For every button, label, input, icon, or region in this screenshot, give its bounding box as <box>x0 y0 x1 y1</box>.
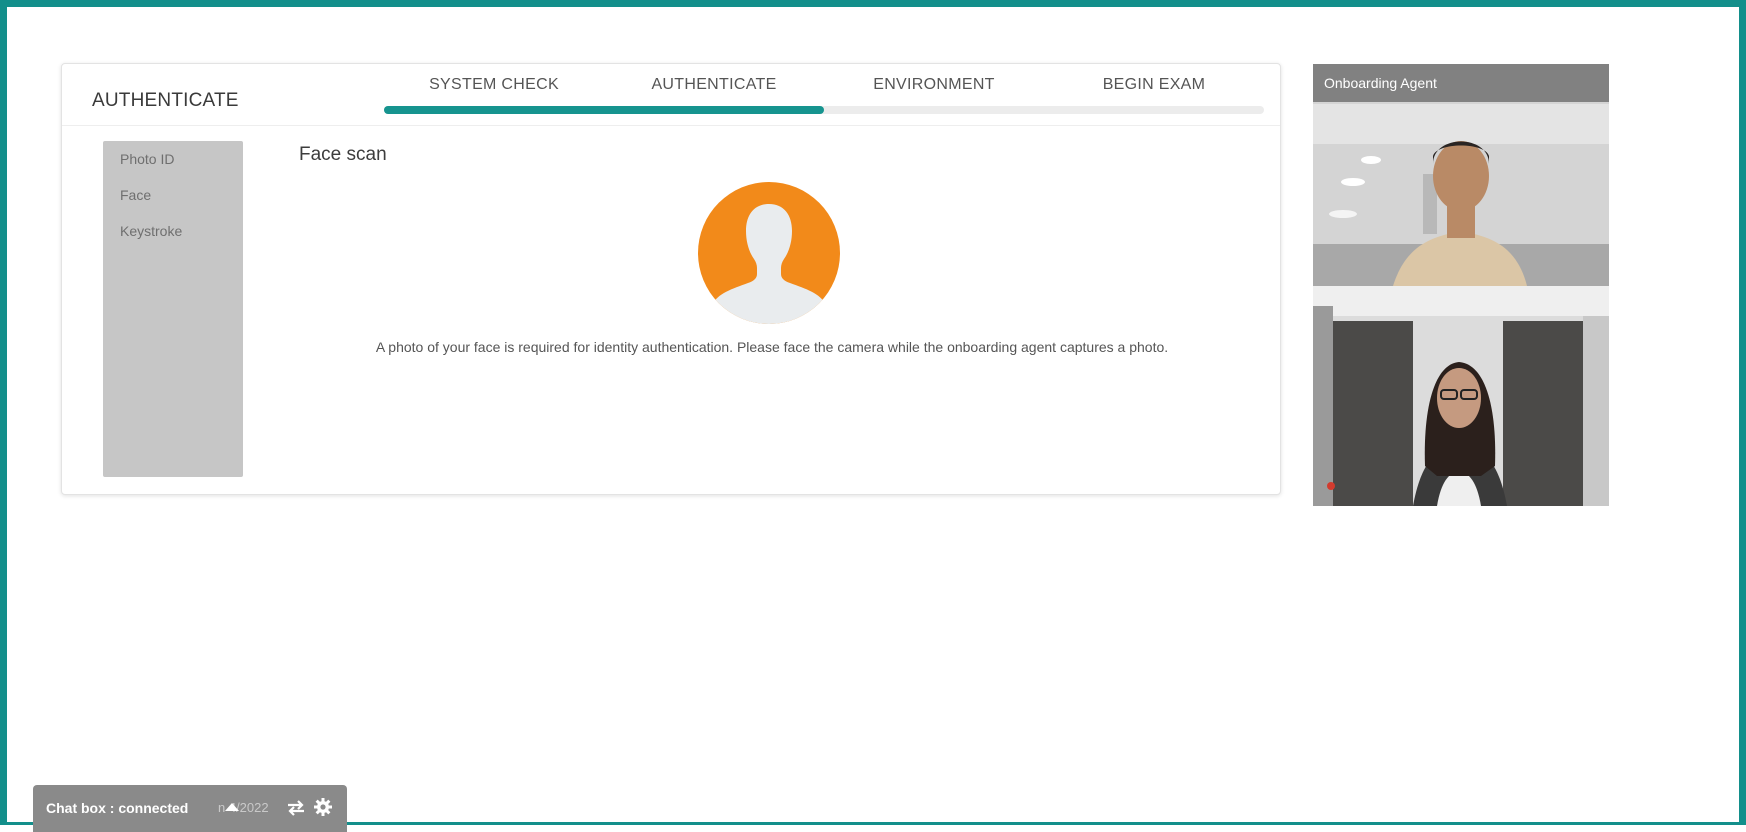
page-title: AUTHENTICATE <box>92 90 239 111</box>
progress-fill <box>384 106 824 114</box>
instructions-text: A photo of your face is required for ide… <box>375 339 1169 355</box>
chevron-up-icon[interactable] <box>221 797 243 817</box>
step-progress: SYSTEM CHECK AUTHENTICATE ENVIRONMENT BE… <box>384 76 1264 116</box>
step-environment: ENVIRONMENT <box>873 76 995 93</box>
sidebar-item-keystroke[interactable]: Keystroke <box>103 221 243 257</box>
authenticate-card: AUTHENTICATE SYSTEM CHECK AUTHENTICATE E… <box>61 63 1281 495</box>
sidebar-item-face[interactable]: Face <box>103 185 243 221</box>
candidate-video-feed <box>1313 286 1609 506</box>
progress-track <box>384 106 1264 114</box>
chat-status-label: Chat box : connected <box>46 800 189 816</box>
video-panel: Onboarding Agent <box>1313 64 1609 506</box>
candidate-video-image <box>1313 286 1609 506</box>
swap-arrows-icon[interactable] <box>285 798 307 818</box>
sidebar-item-photo-id[interactable]: Photo ID <box>103 149 243 185</box>
card-header: AUTHENTICATE SYSTEM CHECK AUTHENTICATE E… <box>62 64 1280 126</box>
agent-video-feed: Onboarding Agent <box>1313 64 1609 286</box>
step-begin-exam: BEGIN EXAM <box>1102 76 1206 93</box>
step-system-check: SYSTEM CHECK <box>429 76 559 93</box>
gear-icon[interactable] <box>313 797 333 817</box>
auth-sidebar: Photo ID Face Keystroke <box>103 141 243 477</box>
agent-video-label: Onboarding Agent <box>1313 64 1609 102</box>
step-authenticate: AUTHENTICATE <box>651 76 777 93</box>
section-title: Face scan <box>299 144 387 165</box>
app-frame: AUTHENTICATE SYSTEM CHECK AUTHENTICATE E… <box>0 0 1746 832</box>
user-silhouette-icon <box>698 182 840 324</box>
